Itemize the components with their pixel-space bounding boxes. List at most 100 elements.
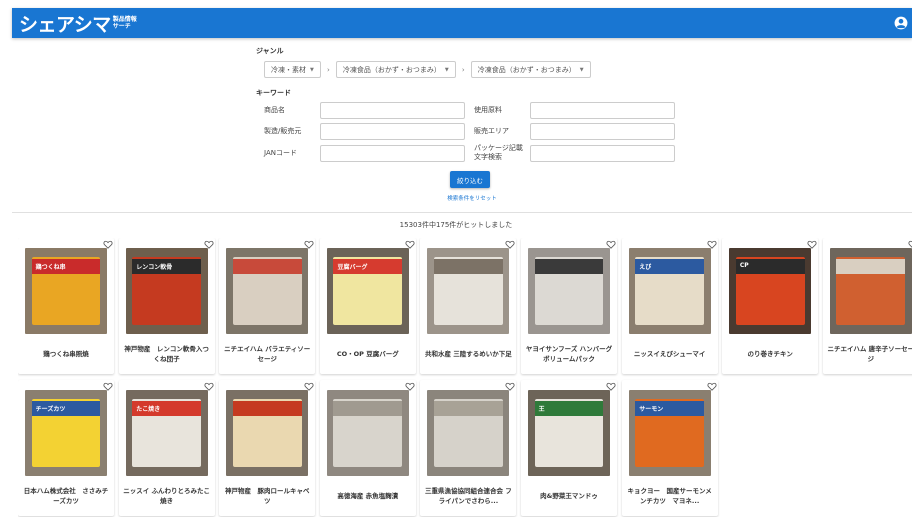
product-title[interactable]: CO・OP 豆腐バーグ [324,341,412,367]
product-card[interactable]: えびニッスイえびシューマイ [621,238,718,374]
product-card[interactable]: 神戸物産 豚肉ロールキャベツ [219,380,316,516]
product-image[interactable] [528,248,610,334]
product-package: たこ焼き [132,398,202,468]
product-title[interactable]: 鶏つくね串照焼 [22,341,110,367]
product-package [232,256,302,326]
product-card[interactable]: たこ焼きニッスイ ふんわりとろみたこ焼き [118,380,215,516]
product-card[interactable]: 王肉&野菜王マンドゥ [521,380,617,516]
product-card[interactable]: ニチエイハム バラエティソーセージ [219,238,316,374]
product-package [232,398,302,468]
triangle-down-icon: ▼ [579,66,584,73]
product-image[interactable] [326,390,409,476]
jan-code-input[interactable] [320,145,465,162]
package-text-label-line-2: 文字検索 [474,153,502,161]
product-title[interactable]: 肉&野菜王マンドゥ [525,483,613,509]
product-package: CP [735,256,805,326]
area-input[interactable] [530,123,675,140]
genre-separator-1: › [326,65,330,74]
product-title[interactable]: 高徳海産 赤魚塩麹漬 [324,483,412,509]
product-package-text: CP [739,262,749,270]
product-image[interactable] [427,390,510,476]
genre-select-3[interactable]: 冷凍食品（おかず・おつまみ） ▼ [470,61,591,78]
maker-input[interactable] [320,123,465,140]
product-card[interactable]: ニチエイハム 唐辛子ソーセージ [822,238,912,374]
product-title[interactable]: 三重県漁協協同組合連合会 フライパンでさわら... [424,483,512,509]
product-package-band [333,401,403,417]
product-card[interactable]: チーズカツ日本ハム株式会社 ささみチーズカツ [18,380,114,516]
genre-separator-2: › [461,65,465,74]
product-card[interactable]: 鶏つくね串鶏つくね串照焼 [18,238,114,374]
product-title[interactable]: ニチエイハム バラエティソーセージ [223,341,311,367]
package-text-label-line-1: パッケージ記載 [474,144,523,152]
keyword-label: キーワード [256,89,291,97]
product-package-text: チーズカツ [35,406,66,414]
logo-sub-line-2: サーチ [112,23,131,30]
ingredients-label: 使用原料 [474,106,502,114]
product-title[interactable]: 神戸物産 レンコン軟骨入つくね団子 [123,341,211,367]
product-image[interactable]: レンコン軟骨 [125,248,208,334]
product-card[interactable]: レンコン軟骨神戸物産 レンコン軟骨入つくね団子 [118,238,215,374]
product-card[interactable]: サーモンキョクヨー 国産サーモンメンチカツ マヨネ... [621,380,718,516]
product-card[interactable]: 共和水産 三陸するめいか下足 [420,238,517,374]
product-title[interactable]: ニッスイえびシューマイ [626,341,714,367]
product-card[interactable]: 高徳海産 赤魚塩麹漬 [319,380,416,516]
product-package-text: えび [639,264,652,272]
product-image[interactable] [427,248,510,334]
genre-select-3-value: 冷凍食品（おかず・おつまみ） [477,65,576,74]
product-card[interactable]: 豆腐バーグ CO・OP 豆腐バーグ [319,238,416,374]
ingredients-input[interactable] [530,102,675,119]
product-package: サーモン [635,398,705,468]
product-package [333,398,403,468]
product-title[interactable]: 日本ハム株式会社 ささみチーズカツ [22,483,110,509]
product-package-band [433,259,503,275]
genre-select-row: 冷凍・素材 ▼ › 冷凍食品（おかず・おつまみ） ▼ › 冷凍食品（おかず・おつ… [264,61,591,78]
product-image[interactable]: えび [628,248,711,334]
product-image[interactable]: チーズカツ [25,390,107,476]
product-image[interactable] [226,390,309,476]
product-title[interactable]: ニチエイハム 唐辛子ソーセージ [827,341,912,367]
product-title[interactable]: のり巻きチキン [726,341,814,367]
product-title[interactable]: 共和水産 三陸するめいか下足 [424,341,512,367]
product-package: レンコン軟骨 [132,256,202,326]
product-image[interactable] [226,248,309,334]
product-package [433,256,503,326]
product-package-band [433,401,503,417]
genre-select-1-value: 冷凍・素材 [271,65,306,74]
product-image[interactable] [829,248,912,334]
product-image[interactable]: たこ焼き [125,390,208,476]
product-image[interactable]: 豆腐バーグ [326,248,409,334]
product-image[interactable]: 鶏つくね串 [25,248,107,334]
product-card[interactable]: CP のり巻きチキン [722,238,819,374]
account-circle-icon[interactable] [894,16,908,30]
maker-label: 製造/販売元 [264,127,302,135]
reset-filters-link[interactable]: 検索条件をリセット [444,194,500,202]
product-image[interactable]: サーモン [628,390,711,476]
product-package: 鶏つくね串 [31,256,101,326]
logo-main-text: シェアシマ [19,13,111,36]
app-root: シェアシマ 製品情報 サーチ ジャンル 冷凍・素材 ▼ › 冷凍食品（おかず・お… [0,0,912,517]
product-title[interactable]: ニッスイ ふんわりとろみたこ焼き [123,483,211,509]
product-title[interactable]: ヤヨイサンフーズ ハンバーグボリュームパック [525,341,613,367]
genre-select-1[interactable]: 冷凍・素材 ▼ [264,61,321,78]
product-package: えび [635,256,705,326]
product-title[interactable]: 神戸物産 豚肉ロールキャベツ [223,483,311,509]
product-package-text: 鶏つくね串 [35,264,66,272]
product-package-text: 王 [538,406,545,414]
product-title[interactable]: キョクヨー 国産サーモンメンチカツ マヨネ... [626,483,714,509]
product-package-band [232,259,302,275]
genre-select-2[interactable]: 冷凍食品（おかず・おつまみ） ▼ [335,61,456,78]
product-package-band [836,259,906,275]
product-package-text: たこ焼き [136,406,161,414]
product-card[interactable]: ヤヨイサンフーズ ハンバーグボリュームパック [521,238,617,374]
product-image[interactable]: CP [729,248,812,334]
logo-sub: 製品情報 サーチ [113,16,137,30]
triangle-down-icon: ▼ [310,66,314,73]
product-package [433,398,503,468]
product-card[interactable]: 三重県漁協協同組合連合会 フライパンでさわら... [420,380,517,516]
section-divider [12,212,912,213]
filter-submit-button[interactable]: 絞り込む [450,171,490,188]
app-logo[interactable]: シェアシマ 製品情報 サーチ [19,10,137,36]
product-name-input[interactable] [320,102,465,119]
product-image[interactable]: 王 [528,390,610,476]
package-text-input[interactable] [530,145,675,162]
